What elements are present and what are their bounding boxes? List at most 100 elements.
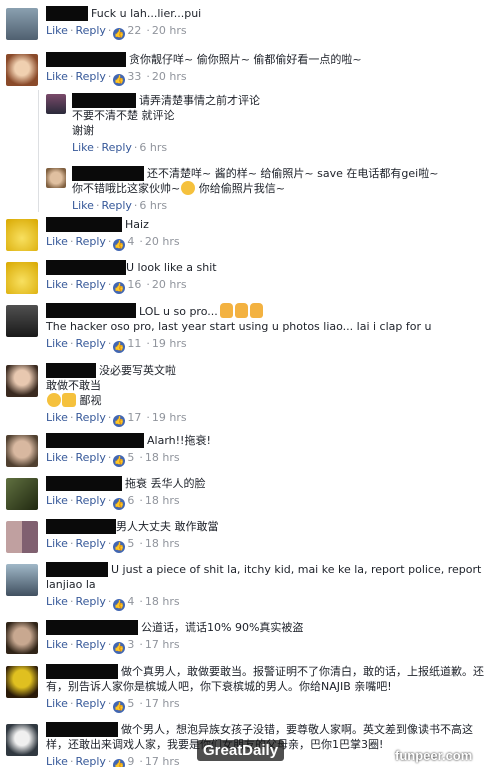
like-link[interactable]: Like [46, 70, 68, 83]
like-link[interactable]: Like [72, 199, 94, 212]
like-link[interactable]: Like [46, 537, 68, 550]
like-link[interactable]: Like [46, 755, 68, 767]
reply-link[interactable]: Reply [101, 199, 131, 212]
comment-actions: Like · Reply · 👍 4 · 18 hrs [46, 595, 180, 611]
avatar[interactable] [6, 435, 38, 467]
like-count[interactable]: 33 [127, 70, 141, 83]
timestamp[interactable]: 19 hrs [152, 411, 187, 424]
reply-link[interactable]: Reply [75, 638, 105, 651]
reply-link[interactable]: Reply [75, 494, 105, 507]
reply-text: 还不清楚咩~ 酱的样~ 给偷照片~ save 在电话都有gei啦~ [147, 167, 439, 180]
like-count[interactable]: 17 [127, 411, 141, 424]
like-count[interactable]: 5 [127, 537, 134, 550]
like-count[interactable]: 6 [127, 494, 134, 507]
avatar[interactable] [6, 54, 38, 86]
like-link[interactable]: Like [46, 24, 68, 37]
like-link[interactable]: Like [46, 638, 68, 651]
like-link[interactable]: Like [46, 451, 68, 464]
comment: 做个真男人，敢做要敢当。报警证明不了你清白，敢的话，上报纸道歉。还有，别告诉人家… [6, 664, 498, 716]
timestamp[interactable]: 18 hrs [145, 537, 180, 550]
timestamp[interactable]: 18 hrs [145, 451, 180, 464]
timestamp[interactable]: 18 hrs [145, 595, 180, 608]
reply-link[interactable]: Reply [75, 24, 105, 37]
avatar[interactable] [6, 262, 38, 294]
timestamp[interactable]: 6 hrs [139, 199, 167, 212]
avatar[interactable] [46, 168, 66, 188]
like-count[interactable]: 4 [127, 595, 134, 608]
thumbs-up-icon: 👍 [113, 415, 126, 427]
avatar[interactable] [6, 564, 38, 596]
like-link[interactable]: Like [72, 141, 94, 154]
redacted-name [72, 93, 136, 108]
avatar[interactable] [6, 666, 38, 698]
like-link[interactable]: Like [46, 337, 68, 350]
comment: 公道话，谎话10% 90%真实被盗 Like · Reply · 👍 3 · 17 hrs [6, 620, 498, 654]
thumbs-up-icon: 👍 [113, 455, 126, 467]
timestamp[interactable]: 18 hrs [145, 494, 180, 507]
avatar[interactable] [46, 94, 66, 114]
comment-text: U look like a shit [126, 261, 217, 274]
comment: 拖衰 丢华人的脸 Like · Reply · 👍 6 · 18 hrs [6, 476, 498, 510]
comment: 没必要写英文啦 敢做不敢当 鄙视 Like · Reply · 👍 17 · 19 hrs [6, 363, 498, 431]
comment: Alarh!!拖衰! Like · Reply · 👍 5 · 18 hrs [6, 433, 498, 467]
like-count[interactable]: 5 [127, 451, 134, 464]
avatar[interactable] [6, 305, 38, 337]
redacted-name [46, 6, 88, 21]
avatar[interactable] [6, 8, 38, 40]
comment-actions: Like · Reply · 👍 6 · 18 hrs [46, 494, 180, 510]
reply-link[interactable]: Reply [75, 755, 105, 767]
reply-link[interactable]: Reply [75, 697, 105, 710]
avatar[interactable] [6, 365, 38, 397]
reply-thread-line [38, 90, 39, 212]
avatar[interactable] [6, 521, 38, 553]
comment-text: 公道话，谎话10% 90%真实被盗 [141, 621, 304, 634]
comment-text: U just a piece of shit la, itchy kid, ma… [46, 563, 482, 591]
timestamp[interactable]: 17 hrs [145, 697, 180, 710]
like-count[interactable]: 4 [127, 235, 134, 248]
reply-link[interactable]: Reply [75, 595, 105, 608]
timestamp[interactable]: 17 hrs [145, 638, 180, 651]
like-link[interactable]: Like [46, 411, 68, 424]
comment-text: 拖衰 丢华人的脸 [125, 477, 206, 490]
timestamp[interactable]: 20 hrs [145, 235, 180, 248]
redacted-name [46, 722, 118, 737]
timestamp[interactable]: 17 hrs [145, 755, 180, 767]
timestamp[interactable]: 20 hrs [152, 70, 187, 83]
avatar[interactable] [6, 724, 38, 756]
avatar[interactable] [6, 622, 38, 654]
comment: LOL u so pro... The hacker oso pro, last… [6, 303, 498, 353]
comment-actions: Like · Reply · 👍 5 · 17 hrs [46, 697, 180, 713]
reply-link[interactable]: Reply [75, 411, 105, 424]
like-link[interactable]: Like [46, 697, 68, 710]
avatar[interactable] [6, 478, 38, 510]
reply-link[interactable]: Reply [75, 235, 105, 248]
reply-link[interactable]: Reply [75, 70, 105, 83]
reply-link[interactable]: Reply [101, 141, 131, 154]
like-count[interactable]: 9 [127, 755, 134, 767]
timestamp[interactable]: 20 hrs [152, 24, 187, 37]
comment-text: Alarh!!拖衰! [147, 434, 211, 447]
comment-text: 敢做不敢当 [46, 379, 101, 392]
thumbs-up-icon: 👍 [113, 28, 126, 40]
like-link[interactable]: Like [46, 278, 68, 291]
timestamp[interactable]: 6 hrs [139, 141, 167, 154]
timestamp[interactable]: 20 hrs [152, 278, 187, 291]
like-link[interactable]: Like [46, 494, 68, 507]
like-count[interactable]: 22 [127, 24, 141, 37]
reply-link[interactable]: Reply [75, 337, 105, 350]
like-link[interactable]: Like [46, 235, 68, 248]
timestamp[interactable]: 19 hrs [152, 337, 187, 350]
reply-link[interactable]: Reply [75, 278, 105, 291]
comment-text: 贪你靓仔咩~ 偷你照片~ 偷都偷好看一点的啦~ [129, 53, 362, 66]
reply-link[interactable]: Reply [75, 537, 105, 550]
redacted-name [72, 166, 144, 181]
like-count[interactable]: 3 [127, 638, 134, 651]
like-count[interactable]: 5 [127, 697, 134, 710]
reply-comment: 还不清楚咩~ 酱的样~ 给偷照片~ save 在电话都有gei啦~ 你不错哦比这… [46, 166, 498, 214]
avatar[interactable] [6, 219, 38, 251]
reply-link[interactable]: Reply [75, 451, 105, 464]
like-link[interactable]: Like [46, 595, 68, 608]
like-count[interactable]: 11 [127, 337, 141, 350]
thumbs-up-icon: 👍 [113, 498, 126, 510]
like-count[interactable]: 16 [127, 278, 141, 291]
